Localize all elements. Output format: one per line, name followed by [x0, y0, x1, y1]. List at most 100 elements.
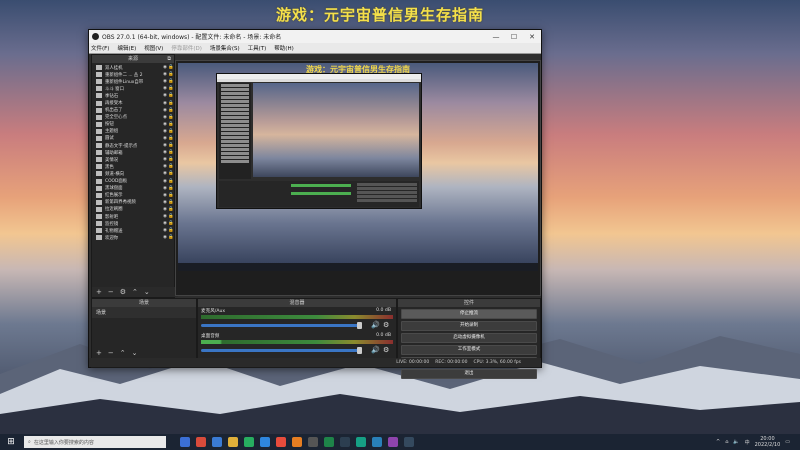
task-view-icon[interactable]: [180, 437, 190, 447]
dock-float-icon[interactable]: ⧉: [167, 55, 171, 63]
source-item[interactable]: 辅助邮箱 ◉ 🔒: [92, 149, 174, 156]
scene-up-button[interactable]: ⌃: [120, 349, 126, 357]
gear-icon[interactable]: ⚙: [383, 321, 389, 329]
lock-icon[interactable]: 🔒: [168, 221, 174, 226]
lock-icon[interactable]: 🔒: [168, 179, 174, 184]
menu-file[interactable]: 文件(F): [91, 44, 109, 52]
remove-source-button[interactable]: −: [108, 288, 114, 296]
source-item[interactable]: 季钻石 ◉ 🔒: [92, 92, 174, 99]
lock-icon[interactable]: 🔒: [168, 72, 174, 77]
minimize-button[interactable]: —: [487, 33, 505, 41]
source-item[interactable]: 主题组 ◉ 🔒: [92, 128, 174, 135]
app-icon[interactable]: [292, 437, 302, 447]
source-item[interactable]: 按钮 ◉ 🔒: [92, 121, 174, 128]
lock-icon[interactable]: 🔒: [168, 164, 174, 169]
source-item[interactable]: 圆试 ◉ 🔒: [92, 135, 174, 142]
lock-icon[interactable]: 🔒: [168, 93, 174, 98]
steam-icon[interactable]: [340, 437, 350, 447]
lock-icon[interactable]: 🔒: [168, 79, 174, 84]
volume-icon[interactable]: 🔈: [733, 439, 739, 445]
scene-item[interactable]: 场景: [92, 307, 196, 318]
studio-mode-button[interactable]: 工作室模式: [401, 345, 537, 355]
source-settings-button[interactable]: ⚙: [120, 288, 126, 296]
start-recording-button[interactable]: 开始录制: [401, 321, 537, 331]
source-item[interactable]: 完全空心点 ◉ 🔒: [92, 114, 174, 121]
source-item[interactable]: 斗斗 窗口 ◉ 🔒: [92, 85, 174, 92]
preview-canvas[interactable]: 游戏：元宇宙普信男生存指南: [175, 60, 541, 296]
wechat-icon[interactable]: [244, 437, 254, 447]
source-item[interactable]: 静态文字-提示点 ◉ 🔒: [92, 142, 174, 149]
volume-slider-handle[interactable]: [357, 322, 362, 329]
source-item[interactable]: 监控镜 ◉ 🔒: [92, 220, 174, 227]
lock-icon[interactable]: 🔒: [168, 193, 174, 198]
edge-icon[interactable]: [260, 437, 270, 447]
lock-icon[interactable]: 🔒: [168, 150, 174, 155]
lock-icon[interactable]: 🔒: [168, 101, 174, 106]
scene-down-button[interactable]: ⌄: [132, 349, 138, 357]
app-icon[interactable]: [404, 437, 414, 447]
app-icon[interactable]: [372, 437, 382, 447]
speaker-icon[interactable]: 🔊: [371, 321, 380, 329]
source-item[interactable]: 频道-横向 ◉ 🔒: [92, 170, 174, 177]
ime-icon[interactable]: 中: [745, 439, 750, 446]
source-item[interactable]: 机出击了 ◉ 🔒: [92, 107, 174, 114]
taskbar-search-box[interactable]: ⌕ 在这里输入你要搜索的内容: [24, 436, 166, 448]
lock-icon[interactable]: 🔒: [168, 214, 174, 219]
menu-help[interactable]: 帮助(H): [274, 44, 293, 52]
close-button[interactable]: ✕: [523, 33, 541, 41]
lock-icon[interactable]: 🔒: [168, 186, 174, 191]
source-item[interactable]: 再接受木 ◉ 🔒: [92, 99, 174, 106]
lock-icon[interactable]: 🔒: [168, 207, 174, 212]
browser-icon[interactable]: [212, 437, 222, 447]
lock-icon[interactable]: 🔒: [168, 171, 174, 176]
add-scene-button[interactable]: +: [96, 349, 102, 357]
speaker-icon[interactable]: 🔊: [371, 346, 380, 354]
menu-docks[interactable]: 停靠部件(D): [171, 44, 202, 52]
source-item[interactable]: 欢迎你 ◉ 🔒: [92, 234, 174, 241]
remove-scene-button[interactable]: −: [108, 349, 114, 357]
gear-icon[interactable]: ⚙: [383, 346, 389, 354]
lock-icon[interactable]: 🔒: [168, 200, 174, 205]
source-item[interactable]: 红色展示 ◉ 🔒: [92, 192, 174, 199]
app-icon[interactable]: [356, 437, 366, 447]
lock-icon[interactable]: 🔒: [168, 65, 174, 70]
volume-slider-handle[interactable]: [357, 347, 362, 354]
source-item[interactable]: COOD面板 ◉ 🔒: [92, 178, 174, 185]
lock-icon[interactable]: 🔒: [168, 108, 174, 113]
volume-slider[interactable]: [201, 324, 361, 327]
source-item[interactable]: 黑球盘面 ◉ 🔒: [92, 185, 174, 192]
volume-slider[interactable]: [201, 349, 361, 352]
maximize-button[interactable]: ☐: [505, 33, 523, 41]
chrome-icon[interactable]: [276, 437, 286, 447]
stop-streaming-button[interactable]: 停止推流: [401, 309, 537, 319]
source-item[interactable]: 美情况 ◉ 🔒: [92, 156, 174, 163]
lock-icon[interactable]: 🔒: [168, 136, 174, 141]
lock-icon[interactable]: 🔒: [168, 129, 174, 134]
lock-icon[interactable]: 🔒: [168, 122, 174, 127]
lock-icon[interactable]: 🔒: [168, 86, 174, 91]
windows-start-icon[interactable]: ⊞: [4, 437, 18, 447]
exit-button[interactable]: 退出: [401, 369, 537, 379]
app-icon[interactable]: [196, 437, 206, 447]
lock-icon[interactable]: 🔒: [168, 115, 174, 120]
lock-icon[interactable]: 🔒: [168, 235, 174, 240]
move-down-button[interactable]: ⌄: [144, 288, 150, 296]
folder-icon[interactable]: [228, 437, 238, 447]
lock-icon[interactable]: 🔒: [168, 157, 174, 162]
app-icon[interactable]: [388, 437, 398, 447]
add-source-button[interactable]: +: [96, 288, 102, 296]
menu-view[interactable]: 视图(V): [144, 44, 163, 52]
source-item[interactable]: 拉近刷圈 ◉ 🔒: [92, 206, 174, 213]
move-up-button[interactable]: ⌃: [132, 288, 138, 296]
start-virtual-camera-button[interactable]: 启动虚拟摄像机: [401, 333, 537, 343]
obs-icon[interactable]: [308, 437, 318, 447]
network-icon[interactable]: ⌂: [725, 439, 728, 445]
lock-icon[interactable]: 🔒: [168, 228, 174, 233]
source-item[interactable]: 礼物赠送 ◉ 🔒: [92, 227, 174, 234]
menu-tools[interactable]: 工具(T): [248, 44, 267, 52]
taskbar-clock[interactable]: 20:00 2022/2/10: [755, 436, 781, 448]
chevron-up-icon[interactable]: ^: [716, 439, 720, 445]
source-item[interactable]: 重新组件二 ... 丛 2 ◉ 🔒: [92, 71, 174, 78]
menu-edit[interactable]: 编辑(E): [117, 44, 136, 52]
source-item[interactable]: 重新组件Linux自带 ◉ 🔒: [92, 78, 174, 85]
